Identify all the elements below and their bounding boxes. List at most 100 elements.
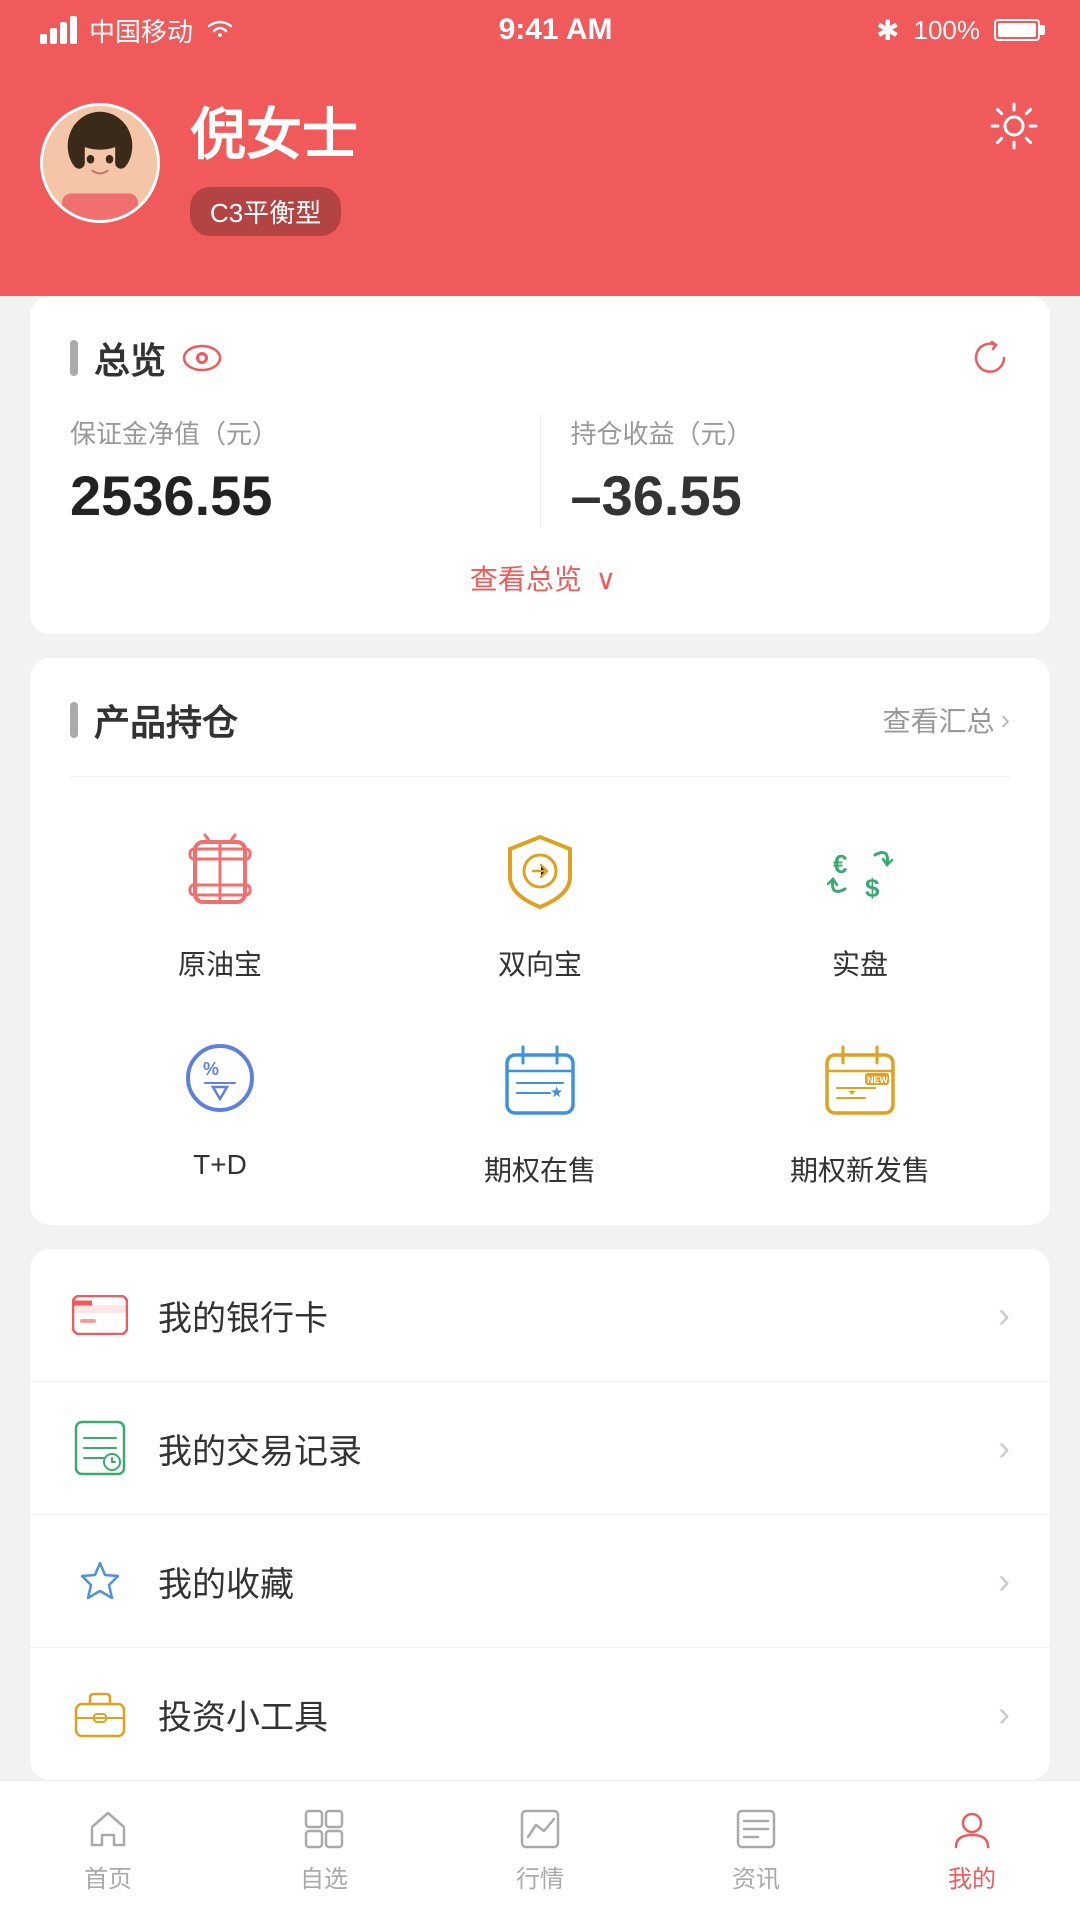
overview-title-row: 总览 <box>70 332 222 384</box>
trade-records-arrow: › <box>998 1427 1010 1469</box>
nav-mine-label: 我的 <box>948 1859 996 1894</box>
user-info: 倪女士 C3平衡型 <box>40 90 358 236</box>
options-new-label: 期权新发售 <box>790 1149 930 1189</box>
products-header: 产品持仓 查看汇总 › <box>70 694 1010 746</box>
tools-arrow: › <box>998 1693 1010 1735</box>
product-td[interactable]: % T+D <box>70 1023 370 1189</box>
news-icon <box>734 1807 778 1851</box>
tools-icon <box>70 1684 130 1744</box>
user-details: 倪女士 C3平衡型 <box>190 90 358 236</box>
refresh-button[interactable] <box>970 338 1010 378</box>
live-market-icon: € $ <box>805 817 915 927</box>
battery-icon <box>994 19 1040 41</box>
avatar <box>40 103 160 223</box>
mine-icon <box>950 1807 994 1851</box>
crude-oil-label: 原油宝 <box>178 943 262 983</box>
trade-records-icon <box>70 1418 130 1478</box>
nav-watchlist[interactable]: 自选 <box>216 1781 432 1920</box>
status-left: 中国移动 <box>40 12 235 49</box>
trade-records-left: 我的交易记录 <box>70 1418 362 1478</box>
tools-label: 投资小工具 <box>158 1690 328 1739</box>
balance-col: 保证金净值（元） 2536.55 <box>70 414 510 528</box>
nav-home[interactable]: 首页 <box>0 1781 216 1920</box>
profile-header: 倪女士 C3平衡型 <box>0 60 1080 296</box>
watchlist-icon <box>302 1807 346 1851</box>
dual-dir-label: 双向宝 <box>498 943 582 983</box>
tools-item[interactable]: 投资小工具 › <box>30 1648 1050 1780</box>
view-all-label: 查看汇总 <box>883 700 995 740</box>
nav-mine[interactable]: 我的 <box>864 1781 1080 1920</box>
svg-text:%: % <box>203 1059 219 1079</box>
product-options-new[interactable]: NEW 期权新发售 <box>710 1023 1010 1189</box>
profit-label: 持仓收益（元） <box>571 414 1011 451</box>
overview-title: 总览 <box>94 332 166 384</box>
favorites-item[interactable]: 我的收藏 › <box>30 1515 1050 1648</box>
tools-left: 投资小工具 <box>70 1684 328 1744</box>
wifi-icon <box>205 17 235 43</box>
bank-card-left: 我的银行卡 <box>70 1285 328 1345</box>
view-all-button[interactable]: 查看汇总 › <box>883 700 1010 740</box>
menu-card: 我的银行卡 › 我的交易记录 <box>30 1249 1050 1780</box>
favorites-icon <box>70 1551 130 1611</box>
trade-records-label: 我的交易记录 <box>158 1424 362 1473</box>
bottom-nav: 首页 自选 行情 <box>0 1780 1080 1920</box>
product-crude-oil[interactable]: 原油宝 <box>70 817 370 983</box>
svg-text:$: $ <box>865 873 880 903</box>
balance-label: 保证金净值（元） <box>70 414 510 451</box>
view-overview-button[interactable]: 查看总览 ∨ <box>70 558 1010 598</box>
td-label: T+D <box>193 1149 247 1181</box>
products-grid: 原油宝 双向宝 € <box>70 817 1010 1189</box>
bank-card-icon <box>70 1285 130 1345</box>
td-icon: % <box>165 1023 275 1133</box>
balance-value: 2536.55 <box>70 463 510 528</box>
products-title-row: 产品持仓 <box>70 694 238 746</box>
section-indicator <box>70 340 78 376</box>
carrier-label: 中国移动 <box>89 12 193 49</box>
user-name: 倪女士 <box>190 90 358 171</box>
nav-market[interactable]: 行情 <box>432 1781 648 1920</box>
product-options-sale[interactable]: 期权在售 <box>390 1023 690 1189</box>
chevron-right-icon: › <box>1001 704 1010 736</box>
crude-oil-icon <box>165 817 275 927</box>
bluetooth-icon: ✱ <box>876 14 899 47</box>
svg-text:NEW: NEW <box>867 1075 889 1085</box>
bank-card-item[interactable]: 我的银行卡 › <box>30 1249 1050 1382</box>
status-bar: 中国移动 9:41 AM ✱ 100% <box>0 0 1080 60</box>
live-market-label: 实盘 <box>832 943 888 983</box>
section-indicator-2 <box>70 702 78 738</box>
signal-icon <box>40 16 77 44</box>
nav-market-label: 行情 <box>516 1859 564 1894</box>
product-live-market[interactable]: € $ 实盘 <box>710 817 1010 983</box>
main-content: 总览 保证金净值（元） 2536.55 <box>0 296 1080 1780</box>
profit-value: –36.55 <box>571 463 1011 528</box>
nav-news[interactable]: 资讯 <box>648 1781 864 1920</box>
status-right: ✱ 100% <box>876 14 1040 47</box>
product-dual-dir[interactable]: 双向宝 <box>390 817 690 983</box>
nav-watchlist-label: 自选 <box>300 1859 348 1894</box>
products-card: 产品持仓 查看汇总 › <box>30 658 1050 1225</box>
nav-news-label: 资讯 <box>732 1859 780 1894</box>
svg-text:€: € <box>833 849 847 879</box>
bank-card-arrow: › <box>998 1294 1010 1336</box>
nav-home-label: 首页 <box>84 1859 132 1894</box>
chevron-down-icon: ∨ <box>596 564 617 595</box>
battery-label: 100% <box>914 15 981 46</box>
favorites-label: 我的收藏 <box>158 1557 294 1606</box>
overview-data: 保证金净值（元） 2536.55 持仓收益（元） –36.55 <box>70 414 1010 528</box>
products-divider <box>70 776 1010 777</box>
options-new-icon: NEW <box>805 1023 915 1133</box>
trade-records-item[interactable]: 我的交易记录 › <box>30 1382 1050 1515</box>
market-icon <box>518 1807 562 1851</box>
options-sale-icon <box>485 1023 595 1133</box>
profit-col: 持仓收益（元） –36.55 <box>571 414 1011 528</box>
options-sale-label: 期权在售 <box>484 1149 596 1189</box>
products-title: 产品持仓 <box>94 694 238 746</box>
visibility-toggle[interactable] <box>182 344 222 372</box>
dual-dir-icon <box>485 817 595 927</box>
favorites-left: 我的收藏 <box>70 1551 294 1611</box>
home-icon <box>86 1807 130 1851</box>
overview-header: 总览 <box>70 332 1010 384</box>
bank-card-label: 我的银行卡 <box>158 1291 328 1340</box>
settings-button[interactable] <box>988 100 1040 152</box>
user-level-badge: C3平衡型 <box>190 187 341 236</box>
